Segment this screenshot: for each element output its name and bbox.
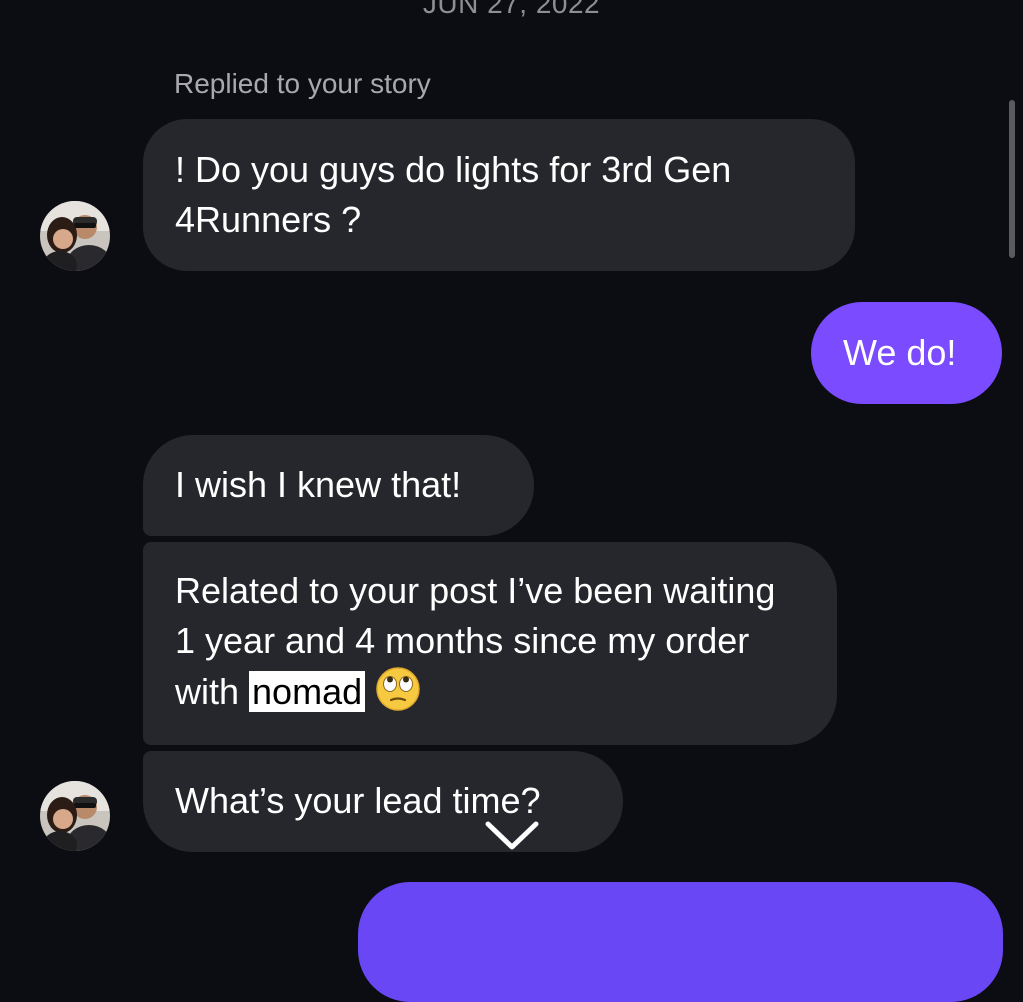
eye-roll-emoji-icon [376,667,420,711]
avatar-photo [40,781,110,851]
message-text: What’s your lead time? [175,780,541,821]
highlighted-text: nomad [249,671,366,712]
date-header: JUN 27, 2022 [422,0,601,19]
scrollbar[interactable] [1009,100,1015,258]
message-bubble-outgoing[interactable] [358,882,1003,1002]
avatar[interactable] [40,201,110,271]
message-text: I wish I knew that! [175,464,462,505]
chevron-down-icon[interactable] [484,820,540,852]
message-text: We do! [843,332,957,373]
message-bubble-incoming[interactable]: What’s your lead time? [143,751,623,852]
message-bubble-outgoing[interactable]: We do! [811,302,1002,404]
avatar-photo [40,201,110,271]
message-bubble-incoming[interactable]: ! Do you guys do lights for 3rd Gen 4Run… [143,119,855,271]
reply-label: Replied to your story [174,68,431,99]
message-bubble-incoming[interactable]: Related to your post I’ve been waiting 1… [143,542,837,745]
message-text: ! Do you guys do lights for 3rd Gen 4Run… [175,149,732,240]
message-bubble-incoming[interactable]: I wish I knew that! [143,435,534,536]
avatar[interactable] [40,781,110,851]
